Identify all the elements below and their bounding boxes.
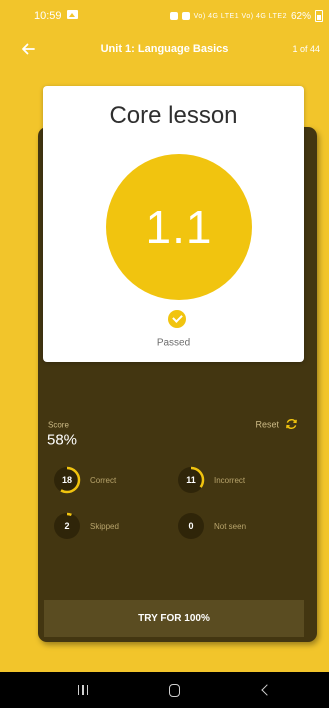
stat-incorrect: 11 Incorrect — [176, 465, 245, 495]
back-icon — [260, 684, 273, 696]
progress-ring: 0 — [176, 511, 206, 541]
score-value: 58% — [47, 431, 78, 449]
stat-count: 0 — [188, 521, 194, 531]
score-label: Score — [48, 420, 69, 430]
lesson-number: 1.1 — [145, 201, 213, 253]
battery-icon — [315, 10, 323, 22]
recents-icon — [77, 685, 89, 695]
stat-correct: 18 Correct — [52, 465, 116, 495]
top-app-bar: Unit 1: Language Basics 1 of 44 — [0, 34, 329, 64]
home-icon — [168, 683, 180, 697]
app-screen: 10:59 Vo) 4G LTE1 Vo) 4G LTE2 62% Unit 1… — [0, 0, 329, 708]
stat-label: Incorrect — [214, 475, 246, 485]
reset-label: Reset — [255, 419, 279, 429]
check-circle-icon — [168, 310, 186, 328]
stat-not-seen: 0 Not seen — [176, 511, 246, 541]
recents-button[interactable] — [63, 672, 103, 708]
alarm-icon — [181, 12, 190, 20]
stat-count: 11 — [186, 475, 196, 485]
battery-percent: 62% — [290, 10, 311, 22]
unit-title: Unit 1: Language Basics — [100, 43, 229, 55]
system-back-button[interactable] — [245, 672, 285, 708]
stat-label: Skipped — [90, 521, 119, 531]
status-icons: Vo) 4G LTE1 Vo) 4G LTE2 62% — [169, 10, 323, 22]
lesson-badge: 1.1 — [106, 154, 252, 300]
stat-count: 2 — [64, 521, 70, 531]
progress-ring: 2 — [52, 511, 82, 541]
status-time: 10:59 — [34, 10, 62, 22]
try-button-label: TRY FOR 100% — [138, 613, 210, 624]
reset-button[interactable]: Reset — [255, 418, 298, 431]
progress-ring: 18 — [52, 465, 82, 495]
status-bar: 10:59 Vo) 4G LTE1 Vo) 4G LTE2 62% — [0, 0, 329, 34]
lesson-status: Passed — [156, 337, 191, 349]
lesson-title: Core lesson — [109, 102, 238, 129]
stat-label: Correct — [90, 475, 117, 485]
signal-icon: Vo) 4G LTE1 Vo) 4G LTE2 — [193, 12, 287, 20]
system-nav-bar — [0, 672, 329, 708]
notification-icon — [169, 12, 178, 20]
stat-label: Not seen — [214, 521, 247, 531]
progress-ring: 11 — [176, 465, 206, 495]
refresh-icon — [286, 419, 297, 429]
page-count: 1 of 44 — [292, 44, 320, 54]
gallery-icon — [67, 10, 78, 19]
home-button[interactable] — [154, 672, 194, 708]
try-for-100-button[interactable]: TRY FOR 100% — [44, 600, 304, 637]
stat-skipped: 2 Skipped — [52, 511, 119, 541]
core-lesson-panel[interactable]: Core lesson 1.1 Passed — [43, 86, 304, 362]
stat-count: 18 — [61, 475, 72, 485]
